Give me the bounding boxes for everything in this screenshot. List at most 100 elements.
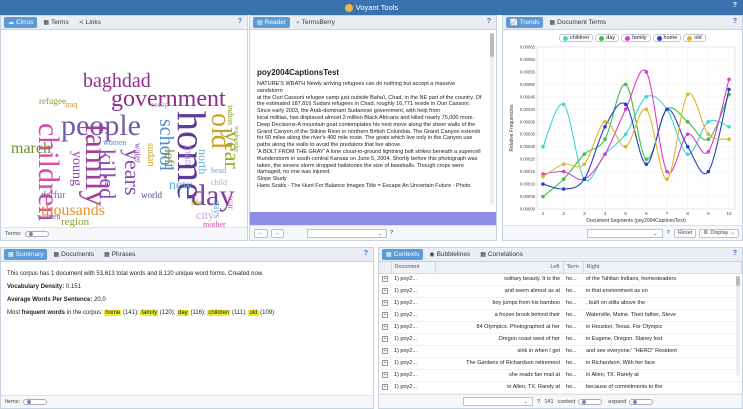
table-icon: ▦ [53,252,60,258]
y-tick-label: 0.00030 [520,132,536,137]
tab-trends[interactable]: 📈 Trends [506,17,544,28]
table-row[interactable]: +1) poy2... 84 Olympics. Photographed at … [379,321,742,334]
trends-help-button[interactable]: ? [733,18,737,25]
cloud-word[interactable]: women [103,139,127,147]
cloud-word[interactable]: child [211,179,227,187]
cloud-word[interactable]: north [196,149,210,174]
table-row[interactable]: +1) poy2... solitary beauty. It is the ho.… [379,273,742,286]
table-icon: ▦ [480,252,486,258]
reader-scrollbar[interactable] [490,33,494,205]
cloud-word[interactable]: killed [95,149,120,199]
cloud-word[interactable]: new [169,179,192,193]
cloud-word[interactable]: water [133,143,143,163]
expand-row-icon[interactable]: + [382,288,388,294]
cloud-word[interactable]: world [141,191,162,200]
expand-row-icon[interactable]: + [382,324,388,330]
cloud-word[interactable]: war [226,196,236,210]
cloud-word[interactable]: head [211,167,226,175]
table-row[interactable]: +1) poy2... she reads fan mail at ho... in … [379,369,742,382]
table-row[interactable]: +1) poy2... and seem almost as at ho... in … [379,285,742,298]
x-tick-label: 2 [562,211,565,216]
reader-help-button[interactable]: ? [487,18,491,25]
summary-help-button[interactable]: ? [364,250,368,257]
cloud-word[interactable]: young [69,151,84,186]
tab-document-terms[interactable]: ▦ Document Terms [545,17,610,28]
expand-row-icon[interactable]: + [382,312,388,318]
cloud-word[interactable]: man [182,145,196,166]
expand-row-icon[interactable]: + [382,276,388,282]
expand-row-icon[interactable]: + [382,384,388,390]
cirrus-help-button[interactable]: ? [238,18,242,25]
reader-density-bar[interactable] [250,212,496,226]
frequent-word-link[interactable]: home [104,310,122,316]
contexts-scrollbar[interactable] [736,276,740,376]
app-help-button[interactable]: ? [733,2,737,9]
reader-term-select[interactable]: ⌄ [307,228,387,238]
table-row[interactable]: +1) poy2... a frozen brook behind their ho… [379,309,742,322]
contexts-footer-help[interactable]: ? [537,399,540,405]
summary-body: This corpus has 1 document with 53,613 t… [1,262,373,326]
cloud-word[interactable]: sudan [145,143,156,166]
word-cloud: baghdad government people home old children fa… [1,31,247,229]
frequent-word-link[interactable]: family [140,310,159,316]
tab-terms[interactable]: ▦ Terms [39,17,72,28]
cloud-word[interactable]: darfur [41,191,65,201]
reader-paragraph: thunderstorm in south-central Kansas on … [257,155,478,176]
contexts-help-button[interactable]: ? [733,250,737,257]
frequent-word-link[interactable]: old [248,310,259,316]
expand-slider[interactable] [629,398,654,405]
tab-reader[interactable]: ▤ Reader [253,17,290,28]
table-row[interactable]: +1) poy2... sink in when I get ho... and se… [379,345,742,358]
frequent-word-link[interactable]: day [177,310,189,316]
cloud-word[interactable]: camp [151,101,168,109]
table-row[interactable]: +1) poy2... boy jumps from his bamboo ho..… [379,297,742,310]
chart-icon: 📈 [510,20,518,26]
cloud-word[interactable]: iraq [65,101,77,109]
col-left[interactable]: Left [435,262,564,274]
data-point-family [561,169,566,174]
reset-button[interactable]: Reset [674,228,697,238]
cloud-word[interactable]: indian [226,105,235,125]
frequent-word-link[interactable]: children [207,310,231,316]
tab-contexts[interactable]: ▦ Contexts [382,249,424,260]
cloud-word[interactable]: women [37,213,61,221]
col-document[interactable]: Document [391,262,436,274]
contexts-term-select[interactable]: ⌄ [463,397,533,406]
tab-correlations[interactable]: ▦ Correlations [476,249,527,260]
tab-cirrus[interactable]: ☁ Cirrus [4,17,38,28]
tab-phrases[interactable]: ▦ Phrases [100,249,140,260]
data-point-children [561,102,566,107]
items-slider[interactable] [22,399,47,405]
terms-slider[interactable] [24,231,49,237]
table-row[interactable]: +1) poy2... Oregon coast west of her ho...… [379,333,742,346]
col-term[interactable]: Term [563,262,584,274]
cloud-word[interactable]: wednesday [233,126,239,153]
tab-bubblelines[interactable]: ◉ Bubblelines [425,249,474,260]
reader-footer-help[interactable]: ? [390,230,393,236]
context-slider[interactable] [578,398,603,405]
cloud-word[interactable]: says [211,201,222,218]
expand-row-icon[interactable]: + [382,336,388,342]
table-row[interactable]: +1) poy2... in Allen, TX. Rarely at ho... b… [379,381,742,394]
expand-row-icon[interactable]: + [382,300,388,306]
next-button[interactable]: → [270,228,284,238]
cloud-word[interactable]: refugee [39,97,66,106]
cloud-word[interactable]: left [161,149,176,168]
trends-term-select[interactable]: ⌄ [587,228,663,238]
cloud-word[interactable]: life [191,199,202,207]
cloud-word[interactable]: march [11,141,51,157]
tab-documents[interactable]: ▦ Documents [49,249,98,260]
tab-summary[interactable]: ▦ Summary [4,249,48,260]
data-point-home [582,177,587,181]
tab-termsberry[interactable]: ○ TermsBerry [292,17,339,28]
display-button[interactable]: ⚙ Display ⌄ [699,228,739,238]
prev-button[interactable]: ← [254,228,268,238]
expand-row-icon[interactable]: + [382,360,388,366]
expand-row-icon[interactable]: + [382,372,388,378]
expand-row-icon[interactable]: + [382,348,388,354]
col-right[interactable]: Right [583,262,742,274]
trends-footer-help[interactable]: ? [667,230,670,236]
table-row[interactable]: +1) poy2... The Gardens of Richardson ret… [379,357,742,370]
tab-links[interactable]: ≺ Links [75,17,105,28]
cloud-word[interactable]: year [220,131,245,169]
